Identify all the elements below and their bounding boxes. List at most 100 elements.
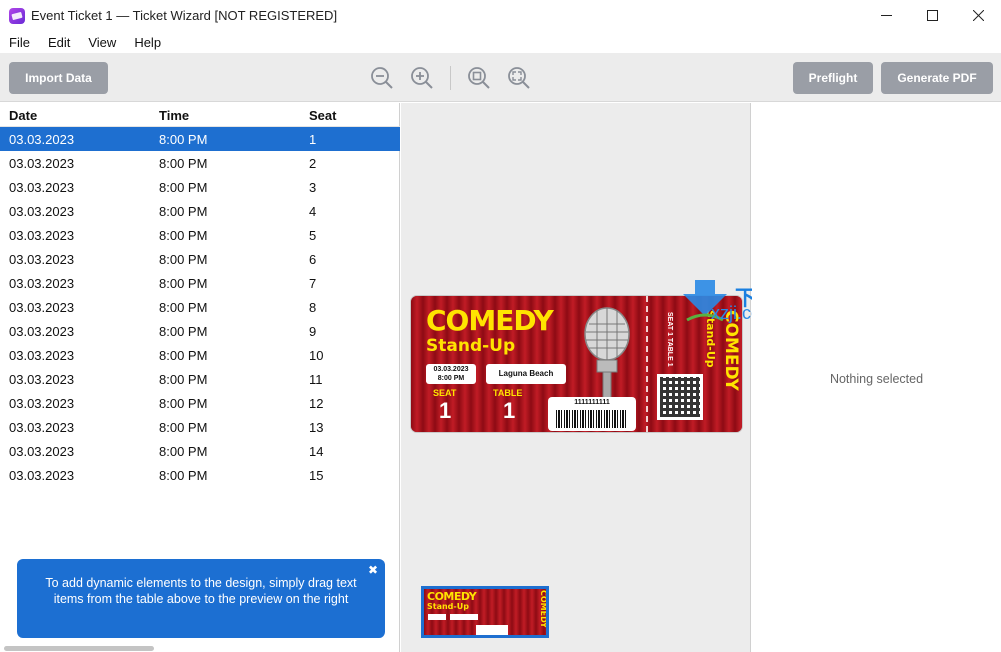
ticket-seat-value[interactable]: 1 <box>439 398 451 424</box>
cell-time[interactable]: 8:00 PM <box>159 372 207 387</box>
table-row[interactable]: 03.03.2023 8:00 PM 1 <box>0 127 400 151</box>
table-row[interactable]: 03.03.2023 8:00 PM 13 <box>0 415 400 439</box>
cell-date[interactable]: 03.03.2023 <box>9 444 74 459</box>
menu-view[interactable]: View <box>79 35 125 50</box>
stub-seat-table[interactable]: SEAT 1 TABLE 1 <box>666 312 673 367</box>
cell-time[interactable]: 8:00 PM <box>159 324 207 339</box>
cell-time[interactable]: 8:00 PM <box>159 276 207 291</box>
column-header-time[interactable]: Time <box>159 108 189 123</box>
cell-date[interactable]: 03.03.2023 <box>9 372 74 387</box>
menu-file[interactable]: File <box>0 35 39 50</box>
import-data-button[interactable]: Import Data <box>9 62 108 94</box>
zoom-out-icon[interactable] <box>370 66 394 90</box>
table-row[interactable]: 03.03.2023 8:00 PM 3 <box>0 175 400 199</box>
menu-help[interactable]: Help <box>125 35 170 50</box>
cell-date[interactable]: 03.03.2023 <box>9 156 74 171</box>
cell-time[interactable]: 8:00 PM <box>159 348 207 363</box>
ticket-title[interactable]: COMEDY <box>426 304 554 337</box>
cell-seat[interactable]: 9 <box>309 324 316 339</box>
table-row[interactable]: 03.03.2023 8:00 PM 7 <box>0 271 400 295</box>
tip-text: To add dynamic elements to the design, s… <box>45 576 357 606</box>
cell-date[interactable]: 03.03.2023 <box>9 300 74 315</box>
close-button[interactable] <box>955 0 1001 31</box>
menu-bar: File Edit View Help <box>0 31 1001 53</box>
page-thumbnail[interactable]: COMEDY Stand-Up COMEDY <box>421 586 549 638</box>
qr-code[interactable] <box>657 374 703 420</box>
cell-time[interactable]: 8:00 PM <box>159 180 207 195</box>
cell-seat[interactable]: 5 <box>309 228 316 243</box>
stub-title[interactable]: COMEDY <box>721 310 741 410</box>
preflight-button[interactable]: Preflight <box>793 62 873 94</box>
cell-date[interactable]: 03.03.2023 <box>9 252 74 267</box>
ticket-date-box[interactable]: 03.03.2023 8:00 PM <box>426 364 476 384</box>
cell-date[interactable]: 03.03.2023 <box>9 204 74 219</box>
cell-date[interactable]: 03.03.2023 <box>9 276 74 291</box>
cell-seat[interactable]: 7 <box>309 276 316 291</box>
maximize-button[interactable] <box>909 0 955 31</box>
table-row[interactable]: 03.03.2023 8:00 PM 2 <box>0 151 400 175</box>
cell-seat[interactable]: 14 <box>309 444 323 459</box>
cell-date[interactable]: 03.03.2023 <box>9 420 74 435</box>
ticket-subtitle[interactable]: Stand-Up <box>426 336 515 356</box>
cell-date[interactable]: 03.03.2023 <box>9 468 74 483</box>
cell-date[interactable]: 03.03.2023 <box>9 132 74 147</box>
cell-seat[interactable]: 10 <box>309 348 323 363</box>
cell-date[interactable]: 03.03.2023 <box>9 180 74 195</box>
table-row[interactable]: 03.03.2023 8:00 PM 4 <box>0 199 400 223</box>
cell-seat[interactable]: 12 <box>309 396 323 411</box>
data-table-panel: Date Time Seat 03.03.2023 8:00 PM 1 03.03.2… <box>0 103 400 652</box>
table-row[interactable]: 03.03.2023 8:00 PM 10 <box>0 343 400 367</box>
table-row[interactable]: 03.03.2023 8:00 PM 6 <box>0 247 400 271</box>
cell-time[interactable]: 8:00 PM <box>159 420 207 435</box>
zoom-in-icon[interactable] <box>410 66 434 90</box>
cell-time[interactable]: 8:00 PM <box>159 444 207 459</box>
cell-time[interactable]: 8:00 PM <box>159 228 207 243</box>
ticket-table-value[interactable]: 1 <box>503 398 515 424</box>
zoom-actual-icon[interactable] <box>467 66 491 90</box>
cell-time[interactable]: 8:00 PM <box>159 204 207 219</box>
ticket-venue[interactable]: Laguna Beach <box>486 364 566 384</box>
cell-seat[interactable]: 15 <box>309 468 323 483</box>
cell-time[interactable]: 8:00 PM <box>159 156 207 171</box>
menu-edit[interactable]: Edit <box>39 35 79 50</box>
cell-date[interactable]: 03.03.2023 <box>9 324 74 339</box>
column-header-date[interactable]: Date <box>9 108 37 123</box>
tip-close-icon[interactable]: ✖ <box>368 562 378 578</box>
zoom-fit-icon[interactable] <box>507 66 531 90</box>
cell-time[interactable]: 8:00 PM <box>159 132 207 147</box>
cell-seat[interactable]: 3 <box>309 180 316 195</box>
horizontal-scrollbar[interactable] <box>4 646 154 651</box>
cell-date[interactable]: 03.03.2023 <box>9 348 74 363</box>
table-row[interactable]: 03.03.2023 8:00 PM 12 <box>0 391 400 415</box>
cell-seat[interactable]: 8 <box>309 300 316 315</box>
cell-seat[interactable]: 6 <box>309 252 316 267</box>
minimize-button[interactable] <box>863 0 909 31</box>
cell-time[interactable]: 8:00 PM <box>159 300 207 315</box>
table-body: 03.03.2023 8:00 PM 1 03.03.2023 8:00 PM 2 03.0… <box>0 127 400 487</box>
cell-seat[interactable]: 4 <box>309 204 316 219</box>
table-row[interactable]: 03.03.2023 8:00 PM 9 <box>0 319 400 343</box>
cell-seat[interactable]: 2 <box>309 156 316 171</box>
ticket-seat-label[interactable]: SEAT <box>433 388 456 398</box>
column-header-seat[interactable]: Seat <box>309 108 336 123</box>
table-row[interactable]: 03.03.2023 8:00 PM 14 <box>0 439 400 463</box>
ticket-barcode[interactable]: 1111111111 <box>548 397 636 431</box>
thumbnail-date-box <box>428 614 446 620</box>
cell-seat[interactable]: 11 <box>309 372 323 387</box>
ticket-table-label[interactable]: TABLE <box>493 388 522 398</box>
microphone-icon <box>584 307 630 400</box>
generate-pdf-button[interactable]: Generate PDF <box>881 62 993 94</box>
table-row[interactable]: 03.03.2023 8:00 PM 11 <box>0 367 400 391</box>
ticket-time: 8:00 PM <box>437 375 465 382</box>
cell-time[interactable]: 8:00 PM <box>159 252 207 267</box>
cell-date[interactable]: 03.03.2023 <box>9 396 74 411</box>
table-row[interactable]: 03.03.2023 8:00 PM 15 <box>0 463 400 487</box>
cell-seat[interactable]: 1 <box>309 132 316 147</box>
cell-date[interactable]: 03.03.2023 <box>9 228 74 243</box>
thumbnail-barcode-box <box>476 625 508 635</box>
cell-time[interactable]: 8:00 PM <box>159 468 207 483</box>
table-row[interactable]: 03.03.2023 8:00 PM 5 <box>0 223 400 247</box>
table-row[interactable]: 03.03.2023 8:00 PM 8 <box>0 295 400 319</box>
cell-time[interactable]: 8:00 PM <box>159 396 207 411</box>
cell-seat[interactable]: 13 <box>309 420 323 435</box>
